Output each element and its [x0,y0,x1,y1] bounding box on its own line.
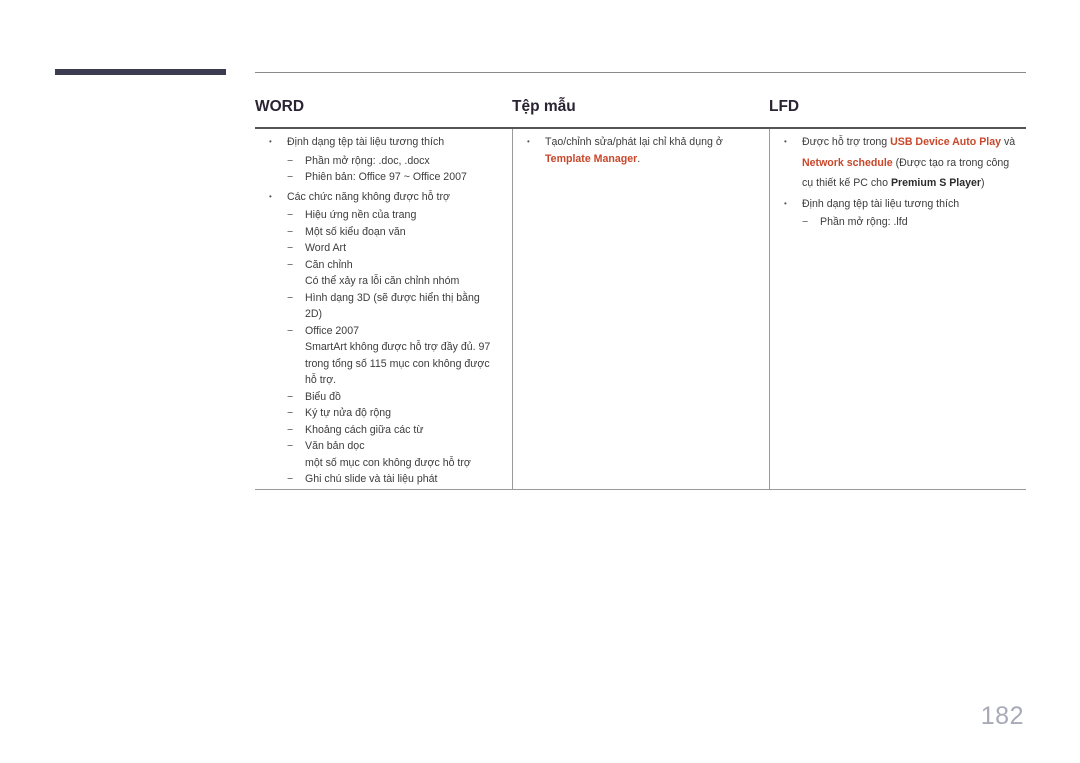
list-subitem: Phần mở rộng: .doc, .docx [268,153,498,170]
list-subitem: Căn chỉnh [268,257,498,274]
usb-device-auto-play-term: USB Device Auto Play [890,136,1002,148]
list-subitem: Word Art [268,240,498,257]
list-subitem: Phần mở rộng: .lfd [783,214,1018,231]
header-word: WORD [255,98,305,115]
network-schedule-term: Network schedule [802,156,893,169]
list-item: Được hỗ trợ trong USB Device Auto Play v… [783,132,1018,194]
list-subitem: Ký tự nửa độ rộng [268,405,498,422]
list-subitem: Office 2007 [268,323,498,340]
header-template: Tệp mẫu [512,98,576,115]
template-manager-link: Template Manager [545,152,638,165]
word-cell: Định dạng tệp tài liệu tương thích Phần … [255,129,512,489]
list-item: Các chức năng không được hỗ trợ [268,189,498,206]
list-subitem: Một số kiểu đoạn văn [268,224,498,241]
list-item: Định dạng tệp tài liệu tương thích [268,134,498,151]
lfd-cell: Được hỗ trợ trong USB Device Auto Play v… [769,129,1026,489]
top-rule [255,72,1026,73]
list-subitem: Phiên bản: Office 97 ~ Office 2007 [268,169,498,186]
list-subitem: Khoảng cách giữa các từ [268,422,498,439]
list-subitem: Hình dạng 3D (sẽ được hiển thị bằng 2D) [268,290,498,323]
section-marker-bar [55,69,226,75]
template-cell: Tạo/chỉnh sửa/phát lại chỉ khả dụng ở Te… [512,129,769,489]
list-item: Tạo/chỉnh sửa/phát lại chỉ khả dụng ở Te… [526,134,755,167]
list-subitem: Biểu đồ [268,389,498,406]
list-subitem: Hiệu ứng nền của trang [268,207,498,224]
table-header-row: WORD Tệp mẫu LFD [255,95,1026,129]
list-subitem: Ghi chú slide và tài liệu phát [268,471,498,488]
list-item: Định dạng tệp tài liệu tương thích [783,196,1018,213]
list-subitem: Văn bản dọc [268,438,498,455]
table-body-row: Định dạng tệp tài liệu tương thích Phần … [255,129,1026,490]
list-note: một số mục con không được hỗ trợ [305,456,471,469]
format-table: WORD Tệp mẫu LFD Định dạng tệp tài liệu … [255,95,1026,490]
header-lfd: LFD [769,98,800,115]
page-number: 182 [980,702,1024,730]
list-note: Có thể xảy ra lỗi căn chỉnh nhóm [305,275,460,287]
premium-s-player-term: Premium S Player [890,177,982,189]
list-note: SmartArt không được hỗ trợ đầy đủ. 97 tr… [305,341,491,386]
